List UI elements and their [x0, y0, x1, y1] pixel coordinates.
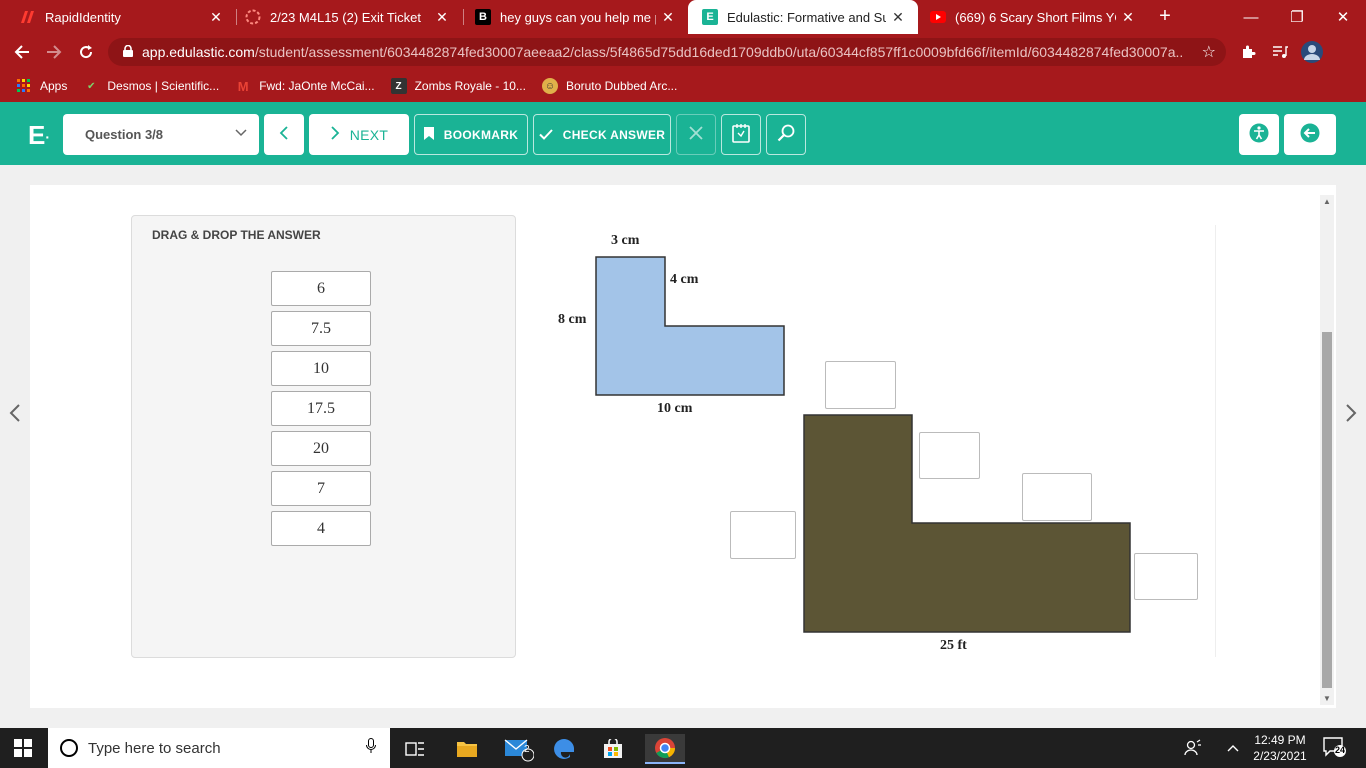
clock-date: 2/23/2021 [1253, 749, 1307, 763]
search-placeholder: Type here to search [88, 739, 221, 757]
file-explorer-icon[interactable] [450, 734, 484, 764]
windows-taskbar: Type here to search 2 12:49 PM 2/23/2021… [0, 728, 1366, 768]
figure1-inner-label: 4 cm [670, 272, 699, 287]
figure2-bottom-label: 25 ft [940, 638, 967, 653]
figures-layer [595, 256, 1131, 633]
taskbar-search-box[interactable]: Type here to search [48, 728, 390, 768]
store-icon[interactable] [596, 734, 630, 764]
chevron-up-icon[interactable] [1220, 728, 1246, 768]
edge-icon[interactable] [548, 734, 582, 764]
mail-icon[interactable]: 2 [502, 734, 536, 764]
notification-center-icon[interactable]: 24 [1322, 736, 1356, 762]
drop-zone-right[interactable] [1134, 553, 1198, 600]
notification-count: 24 [1334, 745, 1345, 755]
task-view-icon[interactable] [398, 734, 432, 764]
figure1-left-label: 8 cm [558, 312, 587, 327]
drop-zone-left[interactable] [730, 511, 796, 559]
chrome-taskbar-icon[interactable] [645, 734, 685, 764]
drop-zone-top[interactable] [825, 361, 896, 409]
search-icon [60, 739, 78, 757]
system-clock[interactable]: 12:49 PM 2/23/2021 [1248, 732, 1312, 764]
windows-start-icon[interactable] [14, 739, 32, 762]
mail-badge: 2 [524, 744, 530, 755]
figure1-bottom-label: 10 cm [657, 401, 693, 416]
people-icon[interactable] [1180, 728, 1206, 768]
drop-zone-inner-vertical[interactable] [919, 432, 980, 479]
clock-time: 12:49 PM [1254, 733, 1306, 747]
drop-zone-inner-horizontal[interactable] [1022, 473, 1092, 521]
figure1-top-label: 3 cm [611, 233, 640, 248]
microphone-icon[interactable] [366, 738, 376, 758]
